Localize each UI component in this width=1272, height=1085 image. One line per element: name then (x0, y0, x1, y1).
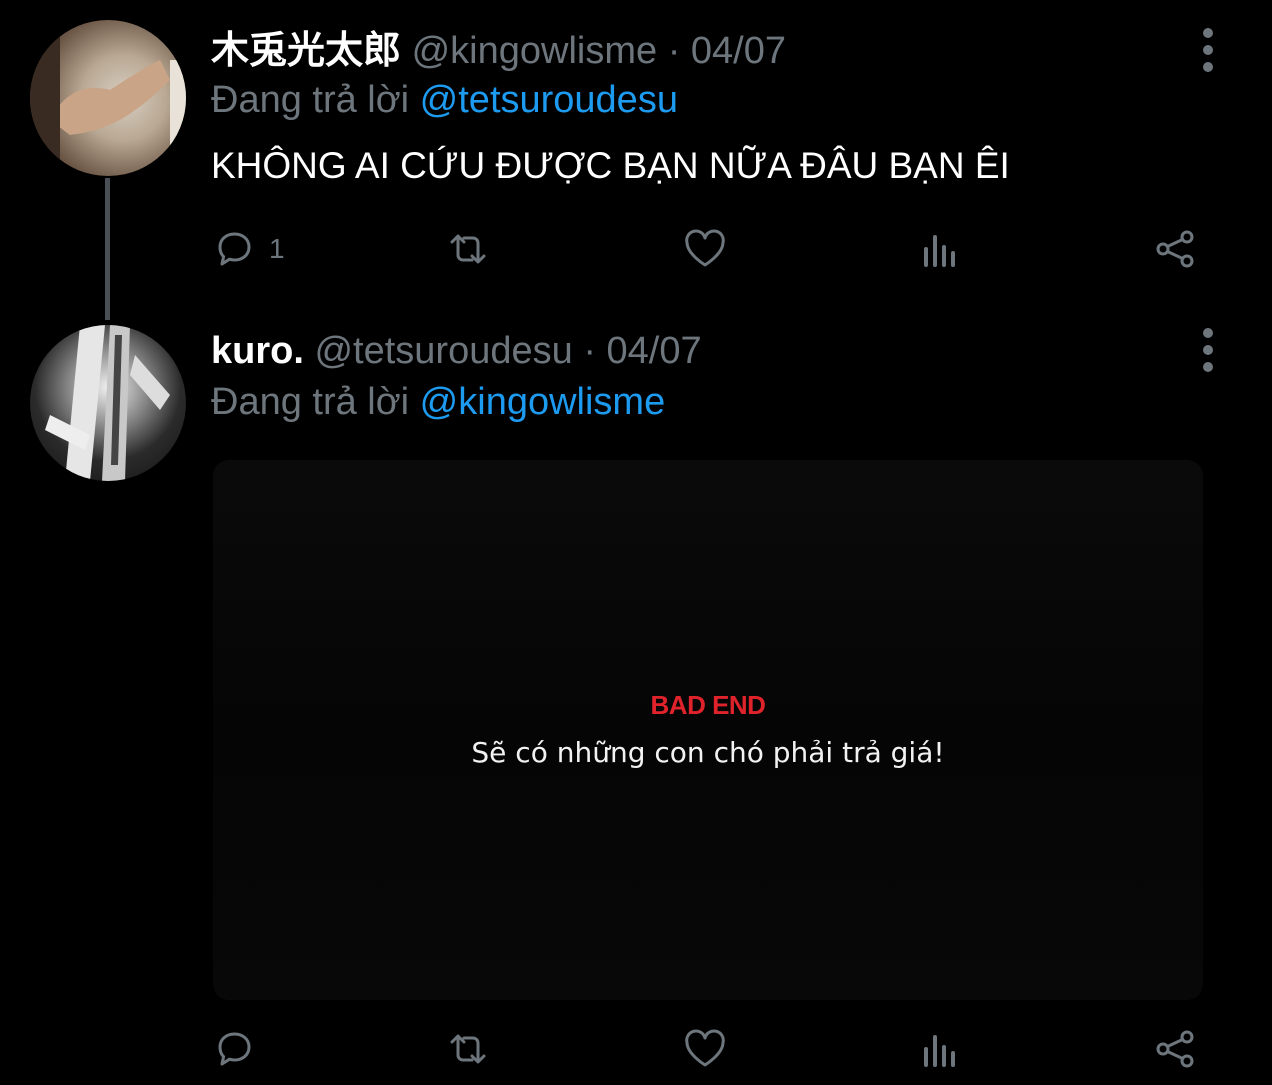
more-options-icon[interactable] (1196, 28, 1220, 72)
tweet-header: 木兎光太郎 @kingowlisme · 04/07 (211, 28, 786, 74)
reply-button[interactable] (211, 1024, 259, 1074)
tweet[interactable]: kuro. @tetsuroudesu · 04/07 Đang trả lời… (0, 300, 1272, 1085)
tweet-text: KHÔNG AI CỨU ĐƯỢC BẠN NỮA ĐÂU BẠN ÊI (211, 145, 1010, 186)
like-button[interactable] (681, 1024, 729, 1074)
media-caption: Sẽ có những con chó phải trả giá! (471, 736, 945, 769)
thread-line (105, 178, 110, 320)
avatar-flexing-arm-icon (30, 20, 186, 176)
share-button[interactable] (1151, 224, 1199, 274)
like-icon (685, 229, 725, 267)
like-button[interactable] (681, 224, 729, 274)
media-title: BAD END (650, 690, 766, 720)
more-options-icon[interactable] (1196, 328, 1220, 372)
like-icon (685, 1029, 725, 1067)
tweet-actions: 1 (211, 224, 1211, 274)
separator: · (667, 30, 681, 72)
tweet[interactable]: 木兎光太郎 @kingowlisme · 04/07 Đang trả lời … (0, 0, 1272, 320)
share-icon (1156, 1030, 1194, 1068)
retweet-button[interactable] (444, 1024, 492, 1074)
author-handle[interactable]: @kingowlisme (412, 30, 658, 72)
retweet-button[interactable] (444, 224, 492, 274)
analytics-button[interactable] (916, 224, 964, 274)
media-background (213, 460, 1203, 1000)
analytics-icon (924, 1035, 955, 1067)
tweet-date[interactable]: 04/07 (691, 30, 786, 72)
replying-prefix: Đang trả lời (211, 381, 410, 423)
avatar-striped-scarf-icon (45, 325, 170, 481)
author-avatar[interactable] (30, 325, 186, 481)
replying-to: Đang trả lời @kingowlisme (211, 379, 665, 425)
retweet-icon (450, 1034, 486, 1064)
share-button[interactable] (1151, 1024, 1199, 1074)
author-name[interactable]: kuro. (211, 330, 304, 372)
author-name[interactable]: 木兎光太郎 (211, 30, 401, 72)
author-handle[interactable]: @tetsuroudesu (314, 330, 572, 372)
tweet-actions (211, 1024, 1211, 1074)
reply-count: 1 (269, 233, 285, 264)
reply-button[interactable]: 1 (211, 224, 285, 274)
reply-icon (218, 232, 251, 266)
author-avatar[interactable] (30, 20, 186, 176)
separator: · (583, 330, 596, 372)
replying-prefix: Đang trả lời (211, 79, 410, 121)
mention-link[interactable]: @tetsuroudesu (420, 79, 678, 121)
analytics-icon (924, 235, 955, 267)
share-icon (1156, 230, 1194, 268)
analytics-button[interactable] (916, 1024, 964, 1074)
mention-link[interactable]: @kingowlisme (420, 381, 666, 423)
tweet-date[interactable]: 04/07 (607, 330, 702, 372)
replying-to: Đang trả lời @tetsuroudesu (211, 77, 678, 123)
reply-icon (218, 1032, 251, 1066)
retweet-icon (450, 234, 486, 264)
tweet-header: kuro. @tetsuroudesu · 04/07 (211, 328, 702, 374)
media-image[interactable]: BAD END Sẽ có những con chó phải trả giá… (213, 460, 1203, 1000)
